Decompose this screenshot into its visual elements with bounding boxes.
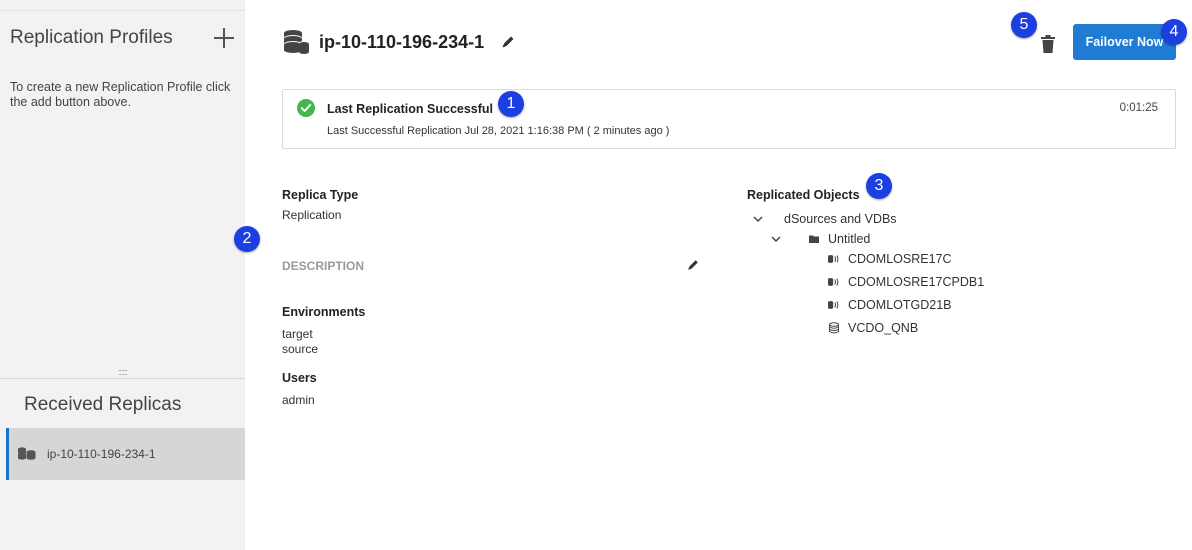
dsource-icon xyxy=(828,301,839,309)
replicated-object-name: CDOMLOSRE17CPDB1 xyxy=(848,275,985,289)
chevron-down-icon[interactable] xyxy=(770,233,782,245)
replication-status-card: Last Replication Successful Last Success… xyxy=(282,89,1176,149)
status-elapsed-time: 0:01:25 xyxy=(1119,102,1158,114)
environments-label: Environments xyxy=(282,305,366,319)
users-label: Users xyxy=(282,371,317,385)
callout-marker-4: 4 xyxy=(1161,19,1187,45)
replicated-object-name: VCDO_QNB xyxy=(848,321,919,335)
received-replica-label: ip-10-110-196-234-1 xyxy=(47,447,156,461)
callout-marker-1: 1 xyxy=(498,91,524,117)
dsource-icon xyxy=(828,278,839,286)
panel-resize-handle[interactable]: :::::: xyxy=(0,368,245,378)
tree-item-row[interactable]: VCDO_QNB xyxy=(828,321,918,335)
replica-type-value: Replication xyxy=(282,208,342,222)
replicated-object-name: CDOMLOSRE17C xyxy=(848,252,952,266)
received-replicas-title: Received Replicas xyxy=(24,394,182,415)
tree-root-row[interactable]: dSources and VDBs xyxy=(752,212,897,226)
page-title: ip-10-110-196-234-1 xyxy=(319,31,485,52)
success-check-icon xyxy=(297,99,315,117)
chevron-down-icon[interactable] xyxy=(752,213,764,225)
tree-group-row[interactable]: Untitled xyxy=(770,232,870,246)
database-stack-icon xyxy=(17,444,41,464)
trash-icon[interactable] xyxy=(1040,35,1056,53)
replica-type-label: Replica Type xyxy=(282,188,359,202)
status-subtitle: Last Successful Replication Jul 28, 2021… xyxy=(327,125,670,137)
vdb-icon xyxy=(829,322,839,334)
page-header: ip-10-110-196-234-1 xyxy=(282,28,516,56)
status-title: Last Replication Successful xyxy=(327,102,494,116)
edit-description-pencil-icon[interactable] xyxy=(686,258,700,272)
callout-marker-5: 5 xyxy=(1011,12,1037,38)
profiles-empty-hint: To create a new Replication Profile clic… xyxy=(10,80,231,109)
dsource-icon xyxy=(828,255,839,263)
database-icon xyxy=(284,30,309,54)
replicated-object-name: CDOMLOTGD21B xyxy=(848,298,952,312)
edit-title-pencil-icon[interactable] xyxy=(500,34,516,50)
replication-profiles-title: Replication Profiles xyxy=(10,27,173,48)
callout-marker-3: 3 xyxy=(866,173,892,199)
tree-item-row[interactable]: CDOMLOSRE17CPDB1 xyxy=(828,275,984,289)
sidebar-top-divider xyxy=(0,10,245,11)
received-replica-item[interactable]: ip-10-110-196-234-1 xyxy=(6,428,245,480)
folder-icon xyxy=(809,235,819,243)
callout-marker-2: 2 xyxy=(234,226,260,252)
tree-item-row[interactable]: CDOMLOTGD21B xyxy=(828,298,952,312)
replication-profiles-header: Replication Profiles xyxy=(10,24,235,52)
sidebar-divider xyxy=(0,378,245,379)
user-item: admin xyxy=(282,393,315,407)
environment-item: target xyxy=(282,327,313,341)
environment-item: source xyxy=(282,342,319,356)
tree-group-label: Untitled xyxy=(828,232,871,246)
tree-item-row[interactable]: CDOMLOSRE17C xyxy=(828,252,952,266)
tree-root-label: dSources and VDBs xyxy=(784,212,897,226)
add-profile-icon[interactable] xyxy=(213,27,235,49)
replicated-objects-label: Replicated Objects xyxy=(747,188,860,202)
description-label: DESCRIPTION xyxy=(282,259,365,273)
sidebar: Replication Profiles To create a new Rep… xyxy=(0,0,245,550)
